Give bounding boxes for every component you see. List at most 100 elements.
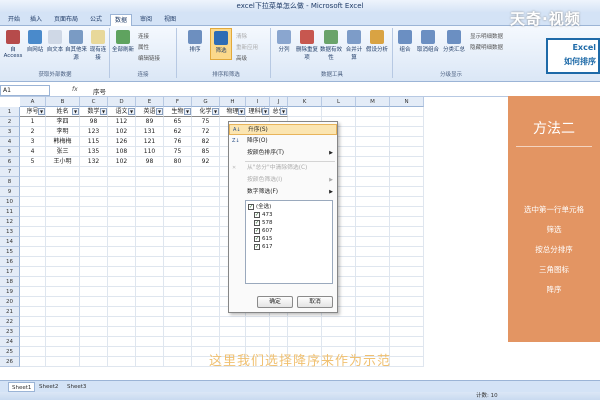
- table-cell[interactable]: 82: [192, 137, 220, 147]
- empty-cell[interactable]: [192, 277, 220, 287]
- empty-cell[interactable]: [192, 207, 220, 217]
- empty-cell[interactable]: [20, 287, 46, 297]
- empty-cell[interactable]: [20, 207, 46, 217]
- empty-cell[interactable]: [390, 207, 424, 217]
- tab-formulas[interactable]: 公式: [86, 14, 106, 26]
- empty-cell[interactable]: [390, 197, 424, 207]
- row-header[interactable]: 17: [0, 267, 20, 277]
- empty-cell[interactable]: [390, 187, 424, 197]
- empty-cell[interactable]: [356, 157, 390, 167]
- empty-cell[interactable]: [192, 217, 220, 227]
- row-header[interactable]: 24: [0, 337, 20, 347]
- table-cell[interactable]: 62: [164, 127, 192, 137]
- filter-dropdown-icon[interactable]: ▼: [280, 108, 287, 115]
- table-cell[interactable]: 102: [108, 127, 136, 137]
- empty-cell[interactable]: [108, 247, 136, 257]
- sort-button[interactable]: 排序: [184, 30, 206, 53]
- empty-cell[interactable]: [80, 247, 108, 257]
- empty-cell[interactable]: [192, 257, 220, 267]
- empty-cell[interactable]: [136, 187, 164, 197]
- empty-cell[interactable]: [20, 307, 46, 317]
- reapply-link[interactable]: 重新应用: [236, 43, 258, 51]
- empty-cell[interactable]: [46, 257, 80, 267]
- empty-cell[interactable]: [164, 317, 192, 327]
- table-cell[interactable]: 108: [108, 147, 136, 157]
- column-header[interactable]: A: [20, 97, 46, 107]
- empty-cell[interactable]: [356, 327, 390, 337]
- empty-cell[interactable]: [356, 307, 390, 317]
- empty-cell[interactable]: [80, 257, 108, 267]
- row-header[interactable]: 1: [0, 107, 20, 117]
- empty-cell[interactable]: [390, 237, 424, 247]
- empty-cell[interactable]: [46, 307, 80, 317]
- empty-cell[interactable]: [356, 277, 390, 287]
- row-header[interactable]: 20: [0, 297, 20, 307]
- row-header[interactable]: 2: [0, 117, 20, 127]
- empty-cell[interactable]: [108, 327, 136, 337]
- empty-cell[interactable]: [80, 237, 108, 247]
- empty-cell[interactable]: [220, 317, 246, 327]
- row-header[interactable]: 9: [0, 187, 20, 197]
- empty-cell[interactable]: [136, 307, 164, 317]
- empty-cell[interactable]: [390, 107, 424, 117]
- fx-icon[interactable]: fx: [72, 86, 78, 93]
- empty-cell[interactable]: [20, 337, 46, 347]
- empty-cell[interactable]: [46, 187, 80, 197]
- empty-cell[interactable]: [356, 207, 390, 217]
- checkbox-value[interactable]: ✓ 578: [254, 219, 273, 227]
- from-access-button[interactable]: 自Access: [2, 30, 24, 59]
- from-other-button[interactable]: 自其他来源: [64, 30, 88, 61]
- tab-review[interactable]: 审阅: [136, 14, 156, 26]
- empty-cell[interactable]: [46, 177, 80, 187]
- ok-button[interactable]: 确定: [257, 296, 293, 308]
- empty-cell[interactable]: [136, 277, 164, 287]
- empty-cell[interactable]: [164, 297, 192, 307]
- empty-cell[interactable]: [390, 297, 424, 307]
- empty-cell[interactable]: [80, 297, 108, 307]
- empty-cell[interactable]: [80, 177, 108, 187]
- empty-cell[interactable]: [390, 287, 424, 297]
- existing-connections-button[interactable]: 现有连接: [88, 30, 108, 61]
- empty-cell[interactable]: [390, 227, 424, 237]
- empty-cell[interactable]: [356, 337, 390, 347]
- clear-link[interactable]: 清除: [236, 32, 247, 40]
- filter-value-list[interactable]: ✓ (全选) ✓ 473 ✓ 578 ✓ 607 ✓ 615 ✓ 617: [245, 200, 333, 284]
- table-cell[interactable]: 75: [164, 147, 192, 157]
- empty-cell[interactable]: [108, 277, 136, 287]
- empty-cell[interactable]: [356, 237, 390, 247]
- edit-links-link[interactable]: 编辑链接: [138, 54, 160, 62]
- table-cell[interactable]: 3: [20, 137, 46, 147]
- table-cell[interactable]: 121: [136, 137, 164, 147]
- empty-cell[interactable]: [356, 227, 390, 237]
- empty-cell[interactable]: [80, 197, 108, 207]
- sheet-tab-2[interactable]: Sheet2: [36, 382, 61, 392]
- empty-cell[interactable]: [80, 317, 108, 327]
- empty-cell[interactable]: [192, 267, 220, 277]
- empty-cell[interactable]: [108, 237, 136, 247]
- table-cell[interactable]: 98: [80, 117, 108, 127]
- empty-cell[interactable]: [80, 207, 108, 217]
- empty-cell[interactable]: [288, 107, 322, 117]
- empty-cell[interactable]: [164, 257, 192, 267]
- empty-cell[interactable]: [192, 287, 220, 297]
- menu-number-filters[interactable]: 数字筛选(F) ▶: [229, 187, 337, 198]
- empty-cell[interactable]: [46, 317, 80, 327]
- empty-cell[interactable]: [46, 227, 80, 237]
- checkbox-value[interactable]: ✓ 473: [254, 211, 273, 219]
- empty-cell[interactable]: [136, 167, 164, 177]
- empty-cell[interactable]: [20, 177, 46, 187]
- empty-cell[interactable]: [108, 207, 136, 217]
- from-web-button[interactable]: 自网站: [26, 30, 44, 53]
- filter-dropdown-icon[interactable]: ▼: [100, 108, 107, 115]
- empty-cell[interactable]: [46, 287, 80, 297]
- column-header[interactable]: C: [80, 97, 108, 107]
- empty-cell[interactable]: [164, 187, 192, 197]
- row-header[interactable]: 11: [0, 207, 20, 217]
- what-if-button[interactable]: 假设分析: [366, 30, 388, 53]
- empty-cell[interactable]: [20, 297, 46, 307]
- table-cell[interactable]: 85: [192, 147, 220, 157]
- name-box[interactable]: A1: [0, 85, 50, 96]
- empty-cell[interactable]: [356, 147, 390, 157]
- empty-cell[interactable]: [164, 167, 192, 177]
- empty-cell[interactable]: [270, 337, 288, 347]
